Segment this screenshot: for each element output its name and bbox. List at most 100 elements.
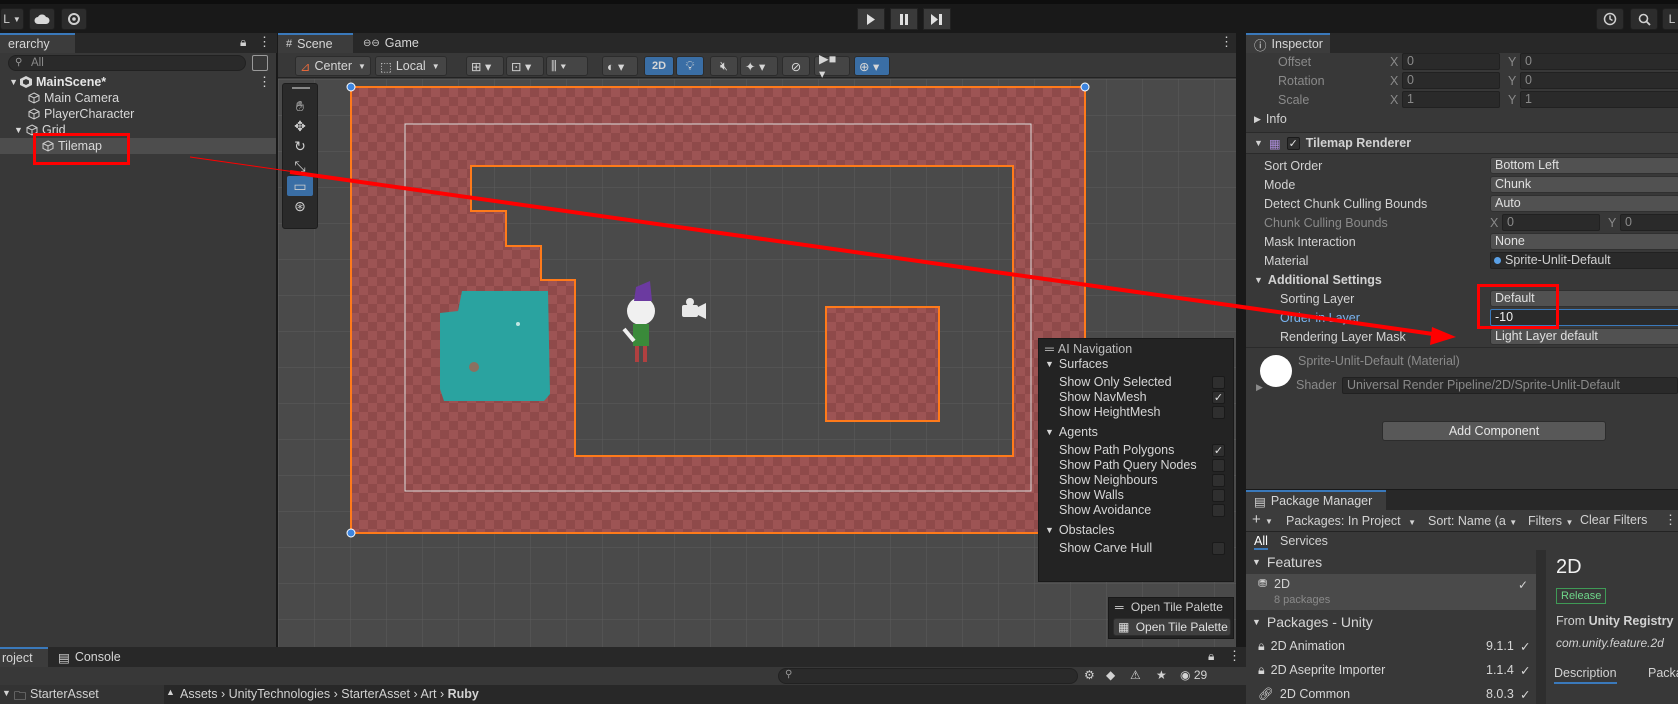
checkbox[interactable]	[1212, 473, 1225, 487]
filters-dropdown[interactable]: Filters ▼	[1528, 514, 1573, 528]
toggle-show-walls[interactable]: Show Walls	[1039, 487, 1235, 503]
account-dropdown[interactable]: L ▼	[0, 8, 24, 30]
features-header[interactable]: ▼ Features	[1246, 550, 1536, 574]
open-tile-palette-button[interactable]: ▦ Open Tile Palette	[1113, 618, 1231, 636]
hierarchy-item-main-camera[interactable]: Main Camera	[0, 90, 276, 106]
checkbox[interactable]	[1212, 503, 1225, 517]
offset-y-field[interactable]: 0	[1520, 53, 1678, 70]
toggle-show-path-polygons[interactable]: Show Path Polygons ✓	[1039, 442, 1235, 458]
tab-services[interactable]: Services	[1280, 534, 1328, 548]
add-component-button[interactable]: Add Component	[1382, 421, 1606, 441]
offset-x-field[interactable]: 0	[1402, 53, 1500, 70]
rendering-layer-dropdown[interactable]: Light Layer default	[1490, 328, 1678, 345]
layers-dropdown[interactable]: L	[1662, 8, 1678, 30]
checkbox[interactable]	[1212, 458, 1225, 472]
checkbox[interactable]	[1212, 488, 1225, 502]
rotation-y-field[interactable]: 0	[1520, 72, 1678, 89]
mask-dropdown[interactable]: None	[1490, 233, 1678, 250]
align-dropdown[interactable]: ⫼ ▾	[546, 56, 588, 76]
tile-palette-title[interactable]: ═ Open Tile Palette	[1115, 600, 1223, 614]
search-button[interactable]	[1630, 8, 1658, 30]
visibility-toggle[interactable]: ⊘	[782, 56, 810, 76]
scene-viewport[interactable]: ✋︎ ✥ ↻ ⤡ ▭ ⊛ ═ AI Navigation ▼ Surfaces …	[278, 79, 1236, 647]
toggle-show-navmesh[interactable]: Show NavMesh ✓	[1039, 389, 1235, 405]
sort-dropdown[interactable]: Sort: Name (a ▼	[1428, 514, 1517, 528]
package-item-2d-animation[interactable]: 🔒︎ 2D Animation 9.1.1 ✓	[1246, 634, 1536, 658]
rotate-tool-button[interactable]: ↻	[287, 136, 313, 156]
scene-row[interactable]: ▼ MainScene* ⋮	[0, 74, 276, 90]
expand-arrow-icon[interactable]: ▼	[14, 125, 26, 135]
transform-tool-button[interactable]: ⊛	[287, 196, 313, 216]
kebab-menu-icon[interactable]: ⋮	[1228, 648, 1241, 664]
ai-navigation-title[interactable]: ═ AI Navigation	[1039, 341, 1235, 357]
sort-order-dropdown[interactable]: Bottom Left	[1490, 157, 1678, 174]
rect-handle-bottom-left[interactable]	[346, 528, 356, 538]
agents-foldout[interactable]: ▼ Agents	[1039, 424, 1235, 440]
grid-snap-dropdown[interactable]: ⊞ ▾	[466, 56, 504, 76]
checkbox[interactable]	[1212, 405, 1225, 419]
kebab-menu-icon[interactable]: ⋮	[258, 74, 271, 90]
2d-toggle[interactable]: 2D	[644, 56, 674, 76]
rect-tool-button[interactable]: ▭	[287, 176, 313, 196]
kebab-menu-icon[interactable]: ⋮	[1664, 512, 1677, 528]
kebab-menu-icon[interactable]: ⋮	[1220, 34, 1233, 50]
checkbox[interactable]	[1212, 375, 1225, 389]
foldout-arrow-icon[interactable]: ▼	[2, 688, 11, 698]
surfaces-foldout[interactable]: ▼ Surfaces	[1039, 356, 1235, 372]
audio-toggle[interactable]: 🔇︎	[710, 56, 738, 76]
package-list-scrollbar[interactable]	[1536, 550, 1546, 704]
additional-settings-foldout[interactable]: ▼ Additional Settings	[1246, 271, 1678, 289]
pivot-dropdown[interactable]: ⊿ Center ▼	[295, 56, 371, 76]
hand-tool-button[interactable]: ✋︎	[287, 96, 313, 116]
project-search-input[interactable]: ⚲	[778, 668, 1078, 684]
step-button[interactable]	[923, 8, 951, 30]
rotation-x-field[interactable]: 0	[1402, 72, 1500, 89]
checkbox[interactable]	[1212, 541, 1225, 555]
star-icon[interactable]: ★	[1156, 668, 1167, 682]
space-dropdown[interactable]: ⬚ Local ▼	[375, 56, 447, 76]
shading-mode-dropdown[interactable]: ◐ ▾	[602, 56, 638, 76]
scroll-up-icon[interactable]: ▲	[166, 687, 175, 697]
filter-by-type-icon[interactable]: ⚙	[1084, 668, 1095, 682]
folder-label[interactable]: StarterAsset	[30, 687, 99, 701]
material-field[interactable]: Sprite-Unlit-Default	[1490, 252, 1678, 269]
info-foldout[interactable]: ▶ Info	[1246, 110, 1678, 128]
checkbox-checked[interactable]: ✓	[1212, 390, 1225, 404]
tab-package-manager[interactable]: ▤ Package Manager	[1246, 490, 1386, 510]
kebab-menu-icon[interactable]: ⋮	[258, 34, 271, 50]
gizmos-dropdown[interactable]: ⊕ ▾	[854, 56, 890, 76]
mode-dropdown[interactable]: Chunk	[1490, 176, 1678, 193]
breadcrumb-item[interactable]: Assets › UnityTechnologies › StarterAsse…	[180, 687, 479, 701]
chunk-x-field[interactable]: 0	[1502, 214, 1600, 231]
lighting-toggle[interactable]: 💡︎	[676, 56, 704, 76]
history-button[interactable]	[1596, 8, 1624, 30]
scale-tool-button[interactable]: ⤡	[287, 156, 313, 176]
move-tool-button[interactable]: ✥	[287, 116, 313, 136]
effects-dropdown[interactable]: ✦ ▾	[740, 56, 778, 76]
toggle-show-avoidance[interactable]: Show Avoidance	[1039, 502, 1235, 518]
tab-package-details[interactable]: Packag	[1648, 666, 1678, 680]
feature-item-2d[interactable]: ⛃ 2D 8 packages ✓	[1246, 574, 1536, 610]
camera-dropdown[interactable]: ▶■ ▾	[814, 52, 850, 81]
chunk-y-field[interactable]: 0	[1620, 214, 1678, 231]
toggle-show-carve-hull[interactable]: Show Carve Hull	[1039, 540, 1235, 556]
expand-arrow-icon[interactable]: ▼	[0, 77, 18, 87]
filter-by-label-icon[interactable]: ◆	[1106, 668, 1115, 682]
tab-inspector[interactable]: ⓘ Inspector	[1246, 33, 1330, 53]
toggle-show-neighbours[interactable]: Show Neighbours	[1039, 472, 1235, 488]
toggle-show-heightmesh[interactable]: Show HeightMesh	[1039, 404, 1235, 420]
tab-description[interactable]: Description	[1554, 666, 1617, 684]
scale-y-field[interactable]: 1	[1520, 91, 1678, 108]
drag-handle[interactable]	[292, 87, 310, 89]
warning-icon[interactable]: ⚠	[1130, 668, 1141, 682]
packages-unity-header[interactable]: ▼ Packages - Unity	[1246, 610, 1536, 634]
lock-icon[interactable]: 🔒︎	[1208, 649, 1214, 664]
package-item-2d-common[interactable]: 🔗︎ 2D Common 8.0.3 ✓	[1246, 682, 1536, 704]
add-package-button[interactable]: + ▼	[1252, 511, 1273, 528]
detect-dropdown[interactable]: Auto	[1490, 195, 1678, 212]
hierarchy-item-player-character[interactable]: PlayerCharacter	[0, 106, 276, 122]
pause-button[interactable]	[890, 8, 918, 30]
package-item-2d-aseprite[interactable]: 🔒︎ 2D Aseprite Importer 1.1.4 ✓	[1246, 658, 1536, 682]
shader-field[interactable]: Universal Render Pipeline/2D/Sprite-Unli…	[1342, 377, 1678, 394]
cloud-button[interactable]	[29, 8, 55, 30]
